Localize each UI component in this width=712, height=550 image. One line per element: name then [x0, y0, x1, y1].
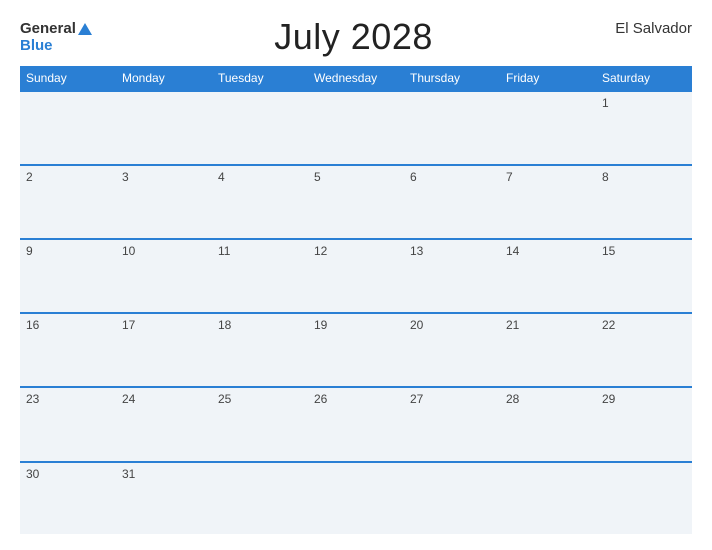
day-number: 25	[218, 392, 231, 406]
day-number: 7	[506, 170, 513, 184]
day-of-week-header: Wednesday	[308, 66, 404, 91]
calendar-day-cell	[596, 462, 692, 534]
day-number: 17	[122, 318, 135, 332]
day-of-week-header: Friday	[500, 66, 596, 91]
calendar-day-cell: 29	[596, 387, 692, 461]
calendar-day-cell: 16	[20, 313, 116, 387]
day-number: 19	[314, 318, 327, 332]
calendar-title: July 2028	[274, 16, 433, 58]
calendar-day-cell: 23	[20, 387, 116, 461]
calendar-day-cell: 18	[212, 313, 308, 387]
day-number: 26	[314, 392, 327, 406]
day-number: 11	[218, 244, 230, 258]
day-number: 21	[506, 318, 519, 332]
calendar-day-cell: 30	[20, 462, 116, 534]
days-of-week-row: SundayMondayTuesdayWednesdayThursdayFrid…	[20, 66, 692, 91]
day-of-week-header: Thursday	[404, 66, 500, 91]
day-number: 14	[506, 244, 519, 258]
day-number: 24	[122, 392, 135, 406]
calendar-day-cell: 11	[212, 239, 308, 313]
calendar-day-cell	[212, 462, 308, 534]
calendar-day-cell: 3	[116, 165, 212, 239]
calendar-day-cell: 27	[404, 387, 500, 461]
day-number: 30	[26, 467, 39, 481]
day-number: 31	[122, 467, 135, 481]
calendar-day-cell: 26	[308, 387, 404, 461]
day-number: 1	[602, 96, 609, 110]
logo-blue-label: Blue	[20, 38, 92, 55]
calendar-day-cell	[404, 91, 500, 165]
calendar-day-cell	[500, 91, 596, 165]
logo-general-label: General	[20, 20, 76, 37]
calendar-table: SundayMondayTuesdayWednesdayThursdayFrid…	[20, 66, 692, 534]
day-of-week-header: Monday	[116, 66, 212, 91]
day-number: 28	[506, 392, 519, 406]
calendar-day-cell	[20, 91, 116, 165]
day-number: 20	[410, 318, 423, 332]
calendar-day-cell: 15	[596, 239, 692, 313]
day-number: 9	[26, 244, 33, 258]
day-number: 27	[410, 392, 423, 406]
day-number: 4	[218, 170, 225, 184]
day-number: 23	[26, 392, 39, 406]
day-number: 13	[410, 244, 423, 258]
day-number: 8	[602, 170, 609, 184]
logo: General Blue	[20, 20, 92, 54]
calendar-day-cell: 17	[116, 313, 212, 387]
calendar-day-cell: 20	[404, 313, 500, 387]
day-number: 10	[122, 244, 135, 258]
calendar-body: 1234567891011121314151617181920212223242…	[20, 91, 692, 534]
day-number: 29	[602, 392, 615, 406]
calendar-header-row: SundayMondayTuesdayWednesdayThursdayFrid…	[20, 66, 692, 91]
day-number: 3	[122, 170, 129, 184]
logo-triangle-icon	[78, 23, 92, 35]
calendar-day-cell: 6	[404, 165, 500, 239]
calendar-day-cell: 14	[500, 239, 596, 313]
calendar-day-cell: 25	[212, 387, 308, 461]
calendar-day-cell	[116, 91, 212, 165]
calendar-day-cell	[500, 462, 596, 534]
calendar-day-cell	[308, 91, 404, 165]
calendar-week-row: 30 31	[20, 462, 692, 534]
calendar-day-cell: 8	[596, 165, 692, 239]
day-number: 5	[314, 170, 321, 184]
calendar-day-cell: 28	[500, 387, 596, 461]
calendar-day-cell: 22	[596, 313, 692, 387]
calendar-header: General Blue July 2028 El Salvador	[20, 16, 692, 58]
calendar-day-cell: 5	[308, 165, 404, 239]
calendar-week-row: 16 17 18 19 20 21 22	[20, 313, 692, 387]
calendar-day-cell: 1	[596, 91, 692, 165]
calendar-day-cell: 13	[404, 239, 500, 313]
day-number: 22	[602, 318, 615, 332]
day-number: 15	[602, 244, 615, 258]
calendar-day-cell: 21	[500, 313, 596, 387]
logo-general-text: General	[20, 20, 92, 38]
calendar-day-cell	[212, 91, 308, 165]
calendar-day-cell: 9	[20, 239, 116, 313]
calendar-week-row: 23 24 25 26 27 28 29	[20, 387, 692, 461]
day-number: 16	[26, 318, 39, 332]
calendar-day-cell: 7	[500, 165, 596, 239]
calendar-week-row: 2 3 4 5 6 7 8	[20, 165, 692, 239]
calendar-day-cell: 24	[116, 387, 212, 461]
calendar-day-cell: 2	[20, 165, 116, 239]
day-number: 2	[26, 170, 33, 184]
day-number: 12	[314, 244, 327, 258]
day-number: 6	[410, 170, 417, 184]
day-of-week-header: Saturday	[596, 66, 692, 91]
day-number: 18	[218, 318, 231, 332]
day-of-week-header: Sunday	[20, 66, 116, 91]
calendar-day-cell: 12	[308, 239, 404, 313]
calendar-day-cell: 4	[212, 165, 308, 239]
calendar-day-cell: 19	[308, 313, 404, 387]
country-label: El Salvador	[615, 20, 692, 37]
day-of-week-header: Tuesday	[212, 66, 308, 91]
calendar-week-row: 9 10 11 12 13 14 15	[20, 239, 692, 313]
calendar-week-row: 1	[20, 91, 692, 165]
calendar-day-cell	[404, 462, 500, 534]
calendar-day-cell: 10	[116, 239, 212, 313]
calendar-day-cell: 31	[116, 462, 212, 534]
calendar-day-cell	[308, 462, 404, 534]
